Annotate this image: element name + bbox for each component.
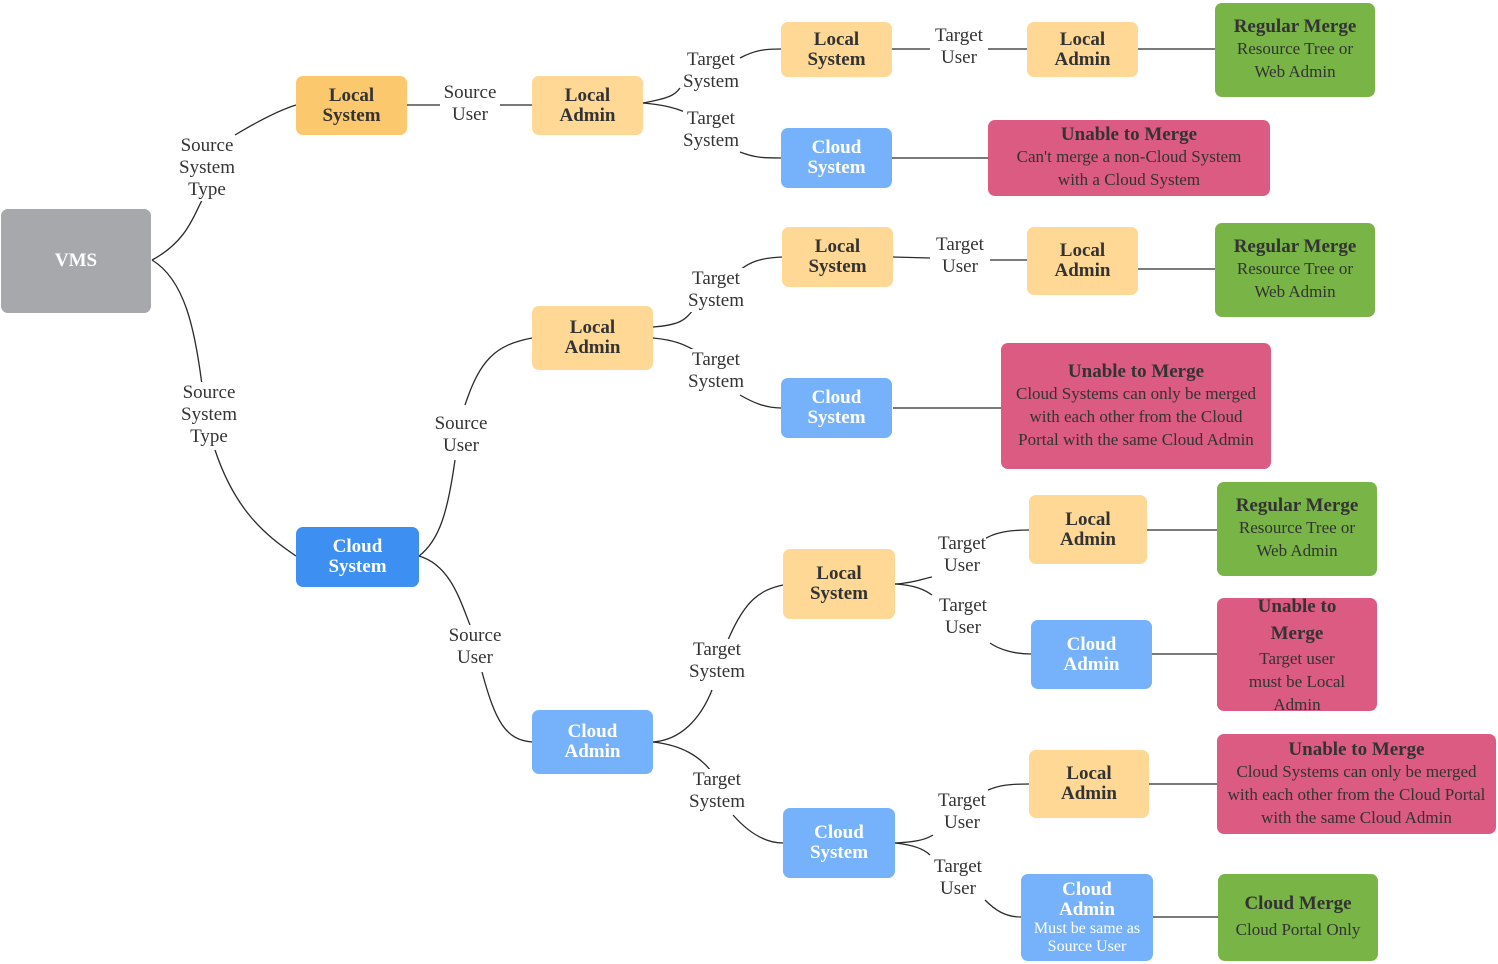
result-title: Cloud Merge <box>1244 893 1352 914</box>
node-result-regular-merge[interactable]: Regular Merge Resource Tree or Web Admin <box>1215 3 1375 97</box>
edge-label-target-system: Target System <box>688 349 744 393</box>
edge-label-target-user: Target User <box>938 533 986 577</box>
node-target-local-admin[interactable]: Local Admin <box>1029 495 1147 564</box>
node-title: Cloud Admin <box>564 721 621 762</box>
result-description: Resource Tree or Web Admin <box>1236 259 1354 301</box>
edge-label-target-user: Target User <box>939 595 987 639</box>
node-target-cloud-admin[interactable]: Cloud Admin Must be same as Source User <box>1021 874 1153 961</box>
node-target-local-system[interactable]: Local System <box>781 22 892 77</box>
node-target-cloud-system[interactable]: Cloud System <box>783 808 895 878</box>
node-title: Local Admin <box>1061 763 1117 804</box>
result-title: Unable to Merge <box>1257 596 1337 644</box>
node-title: Local Admin <box>564 317 621 358</box>
node-title: Local Admin <box>1060 508 1116 550</box>
result-title: Regular Merge <box>1233 16 1357 37</box>
edge-label-target-system: Target System <box>683 49 739 93</box>
node-title: Cloud System <box>807 137 866 178</box>
node-target-local-system[interactable]: Local System <box>782 227 893 287</box>
node-source-local-admin[interactable]: Local Admin <box>532 76 643 135</box>
node-title: Local Admin <box>1054 28 1111 70</box>
edge-label-source-user: Source User <box>448 625 502 669</box>
node-title: Local System <box>808 236 867 277</box>
edge-label-target-system: Target System <box>688 268 744 312</box>
result-description: Can't merge a non-Cloud System with a Cl… <box>1016 147 1242 189</box>
edge-label-source-user: Source User <box>443 82 497 126</box>
result-title: Regular Merge <box>1235 495 1359 516</box>
node-title: Cloud System <box>809 822 869 863</box>
result-description: Target user must be Local Admin <box>1248 649 1346 714</box>
result-title: Regular Merge <box>1233 236 1357 257</box>
node-title: VMS <box>54 250 98 271</box>
node-result-regular-merge[interactable]: Regular Merge Resource Tree or Web Admin <box>1215 223 1375 317</box>
result-description: Cloud Systems can only be merged with ea… <box>1227 761 1486 827</box>
edge-label-target-user: Target User <box>938 790 986 834</box>
node-target-local-admin[interactable]: Local Admin <box>1027 227 1138 295</box>
result-description: Resource Tree or Web Admin <box>1236 39 1354 81</box>
node-source-cloud-admin[interactable]: Cloud Admin <box>532 710 653 774</box>
node-result-unable-to-merge[interactable]: Unable to Merge Can't merge a non-Cloud … <box>988 120 1270 196</box>
node-title: Cloud Admin <box>1059 878 1115 920</box>
edge-label-source-user: Source User <box>434 413 488 457</box>
edge-label-target-user: Target User <box>935 25 983 69</box>
node-result-unable-to-merge[interactable]: Unable to Merge Cloud Systems can only b… <box>1001 343 1271 469</box>
node-result-regular-merge[interactable]: Regular Merge Resource Tree or Web Admin <box>1217 482 1377 576</box>
node-target-local-system[interactable]: Local System <box>783 549 895 619</box>
node-result-unable-to-merge[interactable]: Unable to Merge Cloud Systems can only b… <box>1217 734 1496 834</box>
edge-label-target-system: Target System <box>689 639 745 683</box>
result-description: Cloud Systems can only be merged with ea… <box>1015 383 1257 449</box>
edge-label-source-system-type: Source System Type <box>181 382 237 448</box>
edge-label-source-system-type: Source System Type <box>179 135 235 201</box>
node-target-cloud-admin[interactable]: Cloud Admin <box>1031 620 1152 689</box>
node-source-local-system[interactable]: Local System <box>296 76 407 135</box>
result-description: Cloud Portal Only <box>1235 920 1361 939</box>
node-title: Cloud System <box>807 387 866 428</box>
node-title: Local Admin <box>1054 240 1111 281</box>
node-title: Local System <box>809 563 869 604</box>
node-title: Local Admin <box>559 84 616 126</box>
node-target-local-admin[interactable]: Local Admin <box>1027 22 1138 77</box>
node-target-cloud-system[interactable]: Cloud System <box>781 128 892 188</box>
result-title: Unable to Merge <box>1067 360 1205 382</box>
node-title: Local System <box>322 84 381 126</box>
edge-label-target-user: Target User <box>936 234 984 278</box>
node-source-local-admin[interactable]: Local Admin <box>532 306 653 370</box>
node-source-cloud-system[interactable]: Cloud System <box>296 527 419 587</box>
edge-label-target-system: Target System <box>689 769 745 813</box>
node-note: Must be same as Source User <box>1033 919 1141 955</box>
edge-label-target-user: Target User <box>934 856 982 900</box>
result-title: Unable to Merge <box>1060 124 1198 145</box>
node-result-cloud-merge[interactable]: Cloud Merge Cloud Portal Only <box>1218 874 1378 961</box>
result-description: Resource Tree or Web Admin <box>1238 518 1356 560</box>
edge-label-target-system: Target System <box>683 108 739 152</box>
node-title: Cloud System <box>328 536 387 577</box>
node-vms[interactable]: VMS <box>1 209 151 313</box>
result-title: Unable to Merge <box>1288 738 1425 760</box>
node-title: Cloud Admin <box>1063 633 1120 675</box>
node-result-unable-to-merge[interactable]: Unable to Merge Target user must be Loca… <box>1217 596 1377 714</box>
node-target-local-admin[interactable]: Local Admin <box>1029 750 1149 818</box>
node-title: Local System <box>807 28 866 70</box>
node-target-cloud-system[interactable]: Cloud System <box>781 378 892 438</box>
